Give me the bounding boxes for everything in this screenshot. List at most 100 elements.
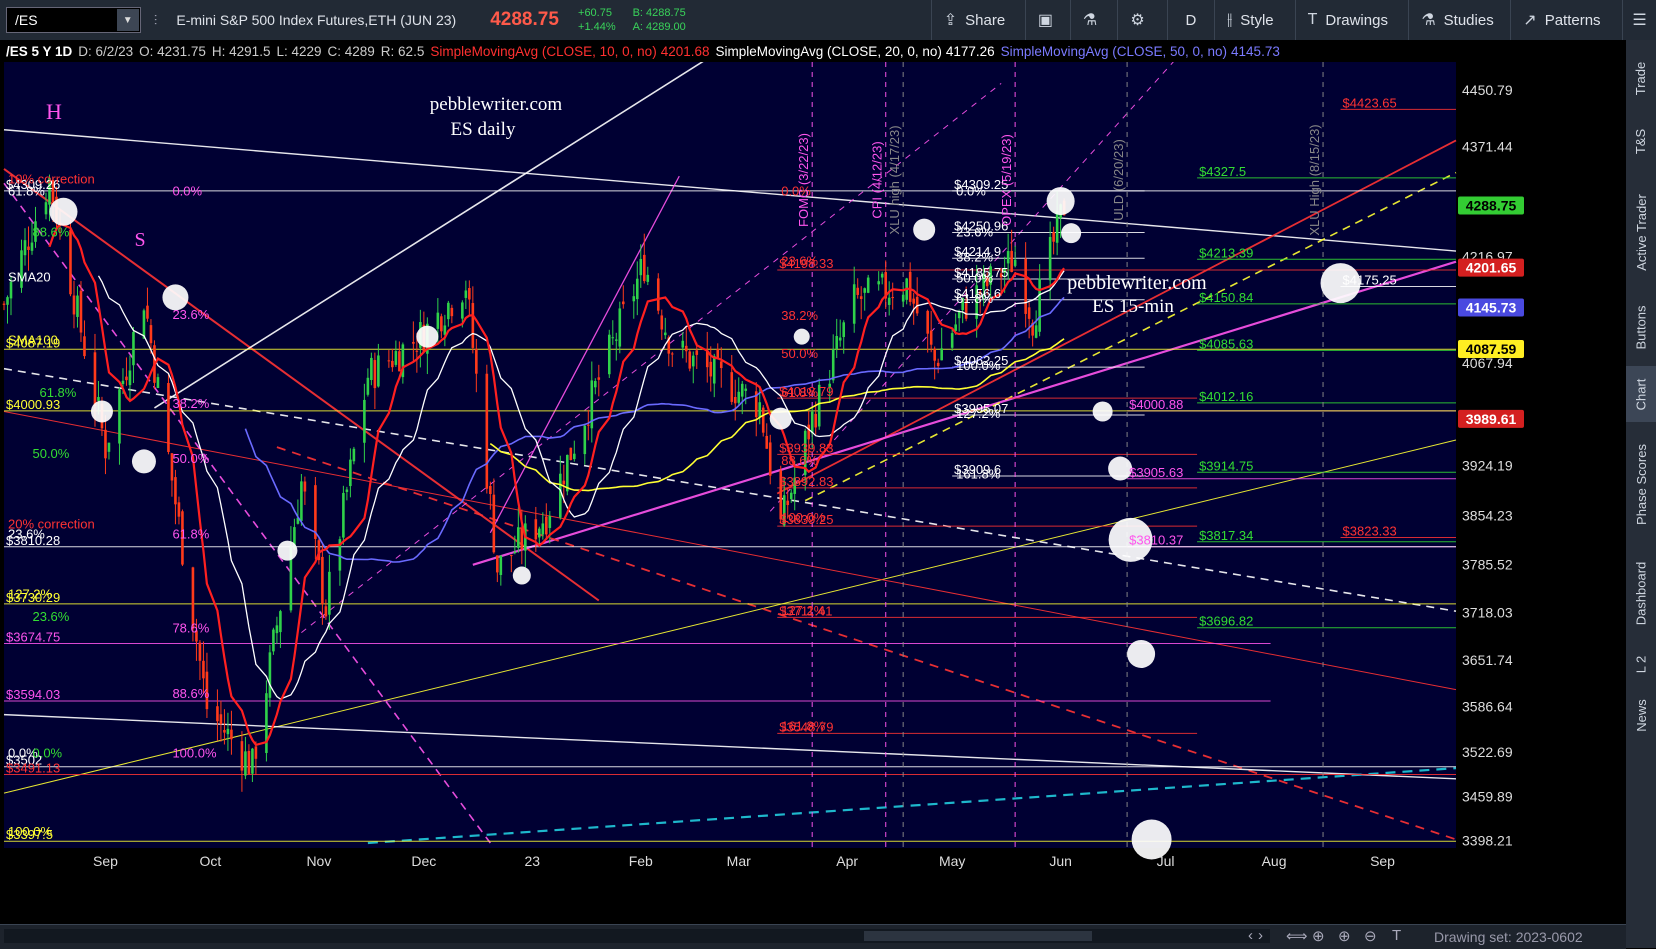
fib-level-label: $4150.84 [1199, 290, 1253, 305]
candle-body [1010, 250, 1013, 272]
sma20-study-label[interactable]: SimpleMovingAvg (CLOSE, 20, 0, no) [716, 44, 942, 59]
candle-body [471, 303, 475, 348]
x-axis-tick: Sep [1370, 853, 1395, 869]
horizontal-scrollbar[interactable] [4, 929, 1270, 943]
fib-percent-label: 61.8% [39, 385, 76, 400]
zoom-in-icon[interactable]: ⊕ [1338, 927, 1351, 945]
candle-body [279, 611, 282, 633]
candle-body [450, 307, 454, 317]
annotation-h: H [46, 99, 62, 124]
candle-body [859, 296, 863, 300]
text-tool-icon[interactable]: T [1392, 927, 1401, 944]
fib-percent-label: 127.2% [8, 586, 53, 601]
y-axis-tick: 3522.69 [1462, 744, 1513, 760]
candle-body [513, 552, 517, 554]
annotation-site: pebblewriter.com [430, 94, 563, 115]
candle-body [247, 750, 251, 774]
sidebar-item-news[interactable]: News [1626, 690, 1656, 740]
sma10-study-label[interactable]: SimpleMovingAvg (CLOSE, 10, 0, no) [430, 44, 656, 59]
sma10-study-value: 4201.68 [660, 43, 710, 59]
candle-body [79, 290, 83, 333]
x-axis-tick: May [939, 853, 965, 869]
fib-level-label: $3674.75 [6, 629, 60, 644]
candle-body [814, 413, 818, 428]
sidebar-item-active-trader[interactable]: Active Trader [1626, 174, 1656, 290]
fib-level-label: $3696.82 [1199, 614, 1253, 629]
candle-body [908, 271, 912, 302]
candle-body [716, 348, 720, 359]
annotation-intraday: ES 15-min [1092, 296, 1174, 317]
fib-percent-label: 0.0% [32, 745, 62, 760]
candle-body [632, 296, 636, 302]
sidebar-item-phase-scores[interactable]: Phase Scores [1626, 428, 1656, 540]
candle-body [118, 389, 121, 444]
candle-body [950, 333, 954, 348]
fib-level-label: $3905.63 [1129, 465, 1183, 480]
candle-body [538, 528, 541, 538]
target-circle [769, 407, 792, 430]
candle-body [831, 349, 835, 381]
fib-level-label: $3810.37 [1129, 533, 1183, 548]
target-circle [277, 540, 298, 561]
candle-body [128, 370, 132, 386]
candle-body [768, 442, 772, 476]
y-axis-tick: 4371.44 [1462, 139, 1513, 155]
fib-percent-label: 23.6% [32, 609, 69, 624]
chart-ident: /ES 5 Y 1D [6, 43, 73, 59]
fib-percent-label: 100.0% [956, 358, 1001, 373]
target-circle [1046, 187, 1075, 216]
scrollbar-thumb[interactable] [864, 931, 1092, 941]
bar-high: H: 4291.5 [211, 43, 271, 59]
sidebar-item-dashboard[interactable]: Dashboard [1626, 546, 1656, 640]
candle-body [541, 523, 545, 535]
candle-body [492, 494, 496, 553]
sidebar-item-ts[interactable]: T&S [1626, 116, 1656, 166]
candle-body [240, 741, 244, 771]
scroll-left-icon[interactable]: ‹ [1248, 927, 1253, 944]
candle-body [216, 706, 219, 722]
candle-body [142, 310, 146, 339]
candle-body [880, 273, 884, 278]
fib-percent-label: 38.2% [781, 308, 818, 323]
sidebar-label: T&S [1633, 128, 1649, 154]
candle-body [712, 355, 716, 384]
sidebar-item-trade[interactable]: Trade [1626, 48, 1656, 108]
sidebar-label: Buttons [1633, 304, 1649, 350]
fib-level-label: $3817.34 [1199, 528, 1253, 543]
fib-percent-label: 161.8% [956, 467, 1001, 482]
x-axis-tick: Nov [306, 853, 331, 869]
menu-button[interactable]: ☰ [1622, 0, 1656, 40]
candle-body [223, 729, 226, 733]
sma50-study-label[interactable]: SimpleMovingAvg (CLOSE, 50, 0, no) [1001, 44, 1227, 59]
expand-icon[interactable]: ⟺ [1286, 927, 1308, 945]
crosshair-icon[interactable]: ⊕ [1312, 927, 1325, 945]
candle-body [132, 331, 135, 366]
x-axis-tick: Apr [836, 853, 858, 869]
candle-body [517, 527, 520, 548]
candle-body [226, 728, 230, 735]
sidebar-item-l2[interactable]: L 2 [1626, 644, 1656, 684]
candle-body [412, 341, 415, 344]
fib-level-label: $3594.03 [6, 687, 60, 702]
fib-level-label: $3892.83 [779, 474, 833, 489]
candle-body [468, 288, 471, 300]
zoom-out-icon[interactable]: ⊖ [1364, 927, 1377, 945]
event-label: ULD (6/20/23) [1111, 139, 1126, 221]
candle-body [440, 316, 443, 332]
candle-body [765, 435, 769, 449]
candle-body [520, 528, 524, 550]
candle-body [607, 334, 611, 375]
candle-body [44, 202, 48, 215]
price-chart[interactable]: $4423.65$4327.5$4309.26 $4309.25$4250.96$… [0, 0, 1626, 924]
candle-body [695, 350, 699, 355]
candle-body [863, 288, 867, 293]
sidebar-item-chart[interactable]: Chart [1626, 366, 1656, 422]
x-axis-tick: Jun [1049, 853, 1072, 869]
candle-body [23, 240, 27, 256]
scroll-right-icon[interactable]: › [1258, 927, 1263, 944]
candle-body [835, 335, 839, 350]
candle-body [268, 652, 272, 698]
candle-body [363, 399, 366, 443]
sidebar-item-buttons[interactable]: Buttons [1626, 294, 1656, 360]
candle-body [719, 361, 723, 369]
